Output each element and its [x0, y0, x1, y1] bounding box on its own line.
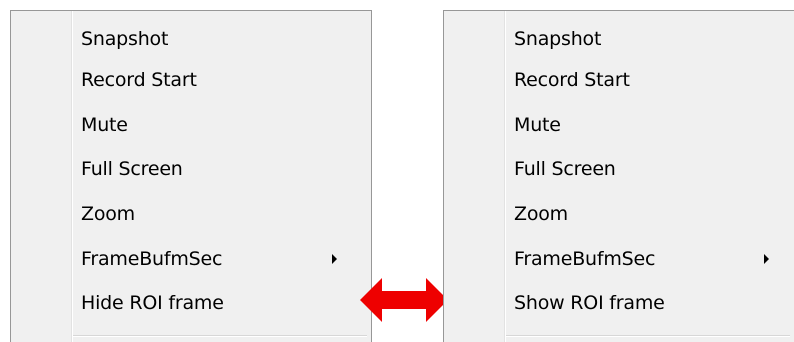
menu-item-label: Mute: [81, 114, 128, 136]
submenu-arrow-icon: [764, 254, 769, 264]
menu-item-label: FrameBufmSec: [81, 248, 223, 270]
menu-item-mute[interactable]: Mute: [444, 105, 794, 145]
menu-item-snapshot[interactable]: Snapshot: [444, 19, 794, 59]
menu-item-snapshot[interactable]: Snapshot: [11, 19, 371, 59]
menu-item-zoom[interactable]: Zoom: [11, 194, 371, 234]
menu-separator: [506, 335, 790, 337]
menu-item-label: Record Start: [514, 69, 630, 91]
menu-item-label: Show ROI frame: [514, 292, 665, 314]
menu-item-zoom[interactable]: Zoom: [444, 194, 794, 234]
menu-item-full-screen[interactable]: Full Screen: [444, 149, 794, 189]
menu-item-record-start[interactable]: Record Start: [11, 60, 371, 100]
menu-item-framebufmsec[interactable]: FrameBufmSec: [444, 239, 794, 279]
double-headed-arrow-shape: [360, 278, 448, 322]
menu-item-label: Snapshot: [514, 28, 602, 50]
menu-item-label: Zoom: [514, 203, 568, 225]
double-headed-arrow-icon: [360, 278, 448, 322]
menu-item-label: Hide ROI frame: [81, 292, 224, 314]
menu-item-label: Snapshot: [81, 28, 169, 50]
menu-item-label: Full Screen: [514, 158, 616, 180]
submenu-arrow-icon: [332, 254, 337, 264]
menu-item-label: Zoom: [81, 203, 135, 225]
menu-item-label: Record Start: [81, 69, 197, 91]
menu-item-label: Mute: [514, 114, 561, 136]
menu-item-record-start[interactable]: Record Start: [444, 60, 794, 100]
menu-item-label: FrameBufmSec: [514, 248, 656, 270]
comparison-figure: Snapshot Record Start Mute Full Screen Z…: [0, 0, 794, 342]
context-menu-right: Snapshot Record Start Mute Full Screen Z…: [443, 10, 794, 342]
menu-item-show-roi-frame[interactable]: Show ROI frame: [444, 283, 794, 323]
menu-item-hide-roi-frame[interactable]: Hide ROI frame: [11, 283, 371, 323]
menu-item-mute[interactable]: Mute: [11, 105, 371, 145]
menu-item-label: Full Screen: [81, 158, 183, 180]
context-menu-left: Snapshot Record Start Mute Full Screen Z…: [10, 10, 372, 342]
menu-separator: [73, 335, 367, 337]
menu-item-framebufmsec[interactable]: FrameBufmSec: [11, 239, 371, 279]
menu-item-full-screen[interactable]: Full Screen: [11, 149, 371, 189]
